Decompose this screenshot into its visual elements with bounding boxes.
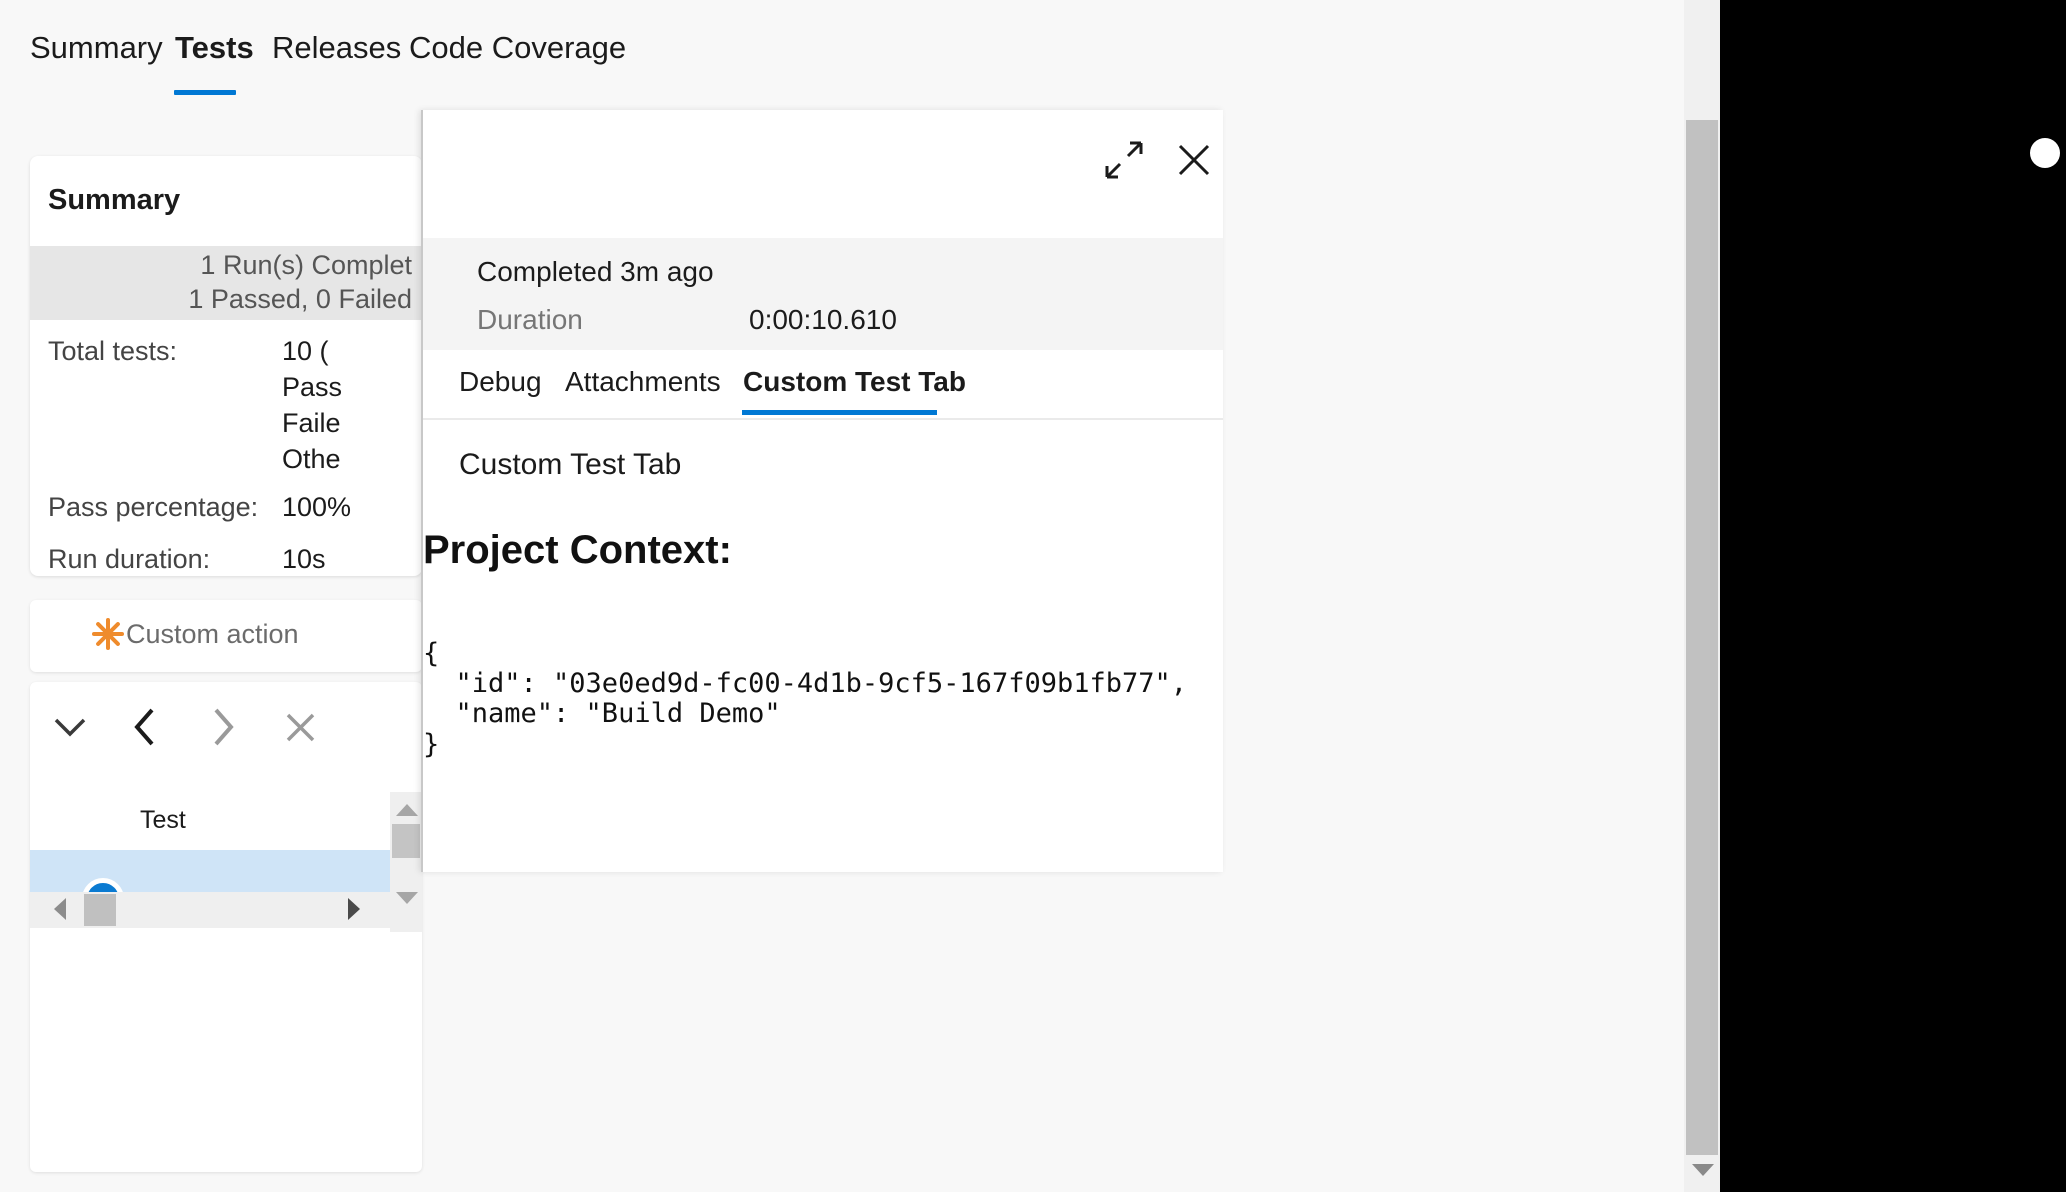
duration-value: 0:00:10.610 bbox=[749, 304, 897, 335]
grid-horizontal-scroll-thumb[interactable] bbox=[84, 894, 116, 926]
grid-column-header-test[interactable]: Test bbox=[140, 806, 186, 835]
tab-summary[interactable]: Summary bbox=[30, 30, 163, 72]
run-duration-label: Run duration: bbox=[48, 544, 211, 574]
test-detail-panel: Completed 3m ago Duration 0:00:10.610 De… bbox=[421, 110, 1223, 872]
close-icon[interactable] bbox=[270, 696, 330, 756]
summary-card: Summary 1 Run(s) Complet 1 Passed, 0 Fai… bbox=[30, 156, 422, 576]
tab-code-coverage[interactable]: Code Coverage bbox=[409, 30, 626, 72]
custom-action-label: Custom action bbox=[126, 618, 299, 649]
project-context-heading: Project Context: bbox=[423, 528, 732, 572]
page-scroll-thumb[interactable] bbox=[1686, 120, 1718, 1155]
detail-panel-body: Custom Test Tab Project Context: { "id":… bbox=[423, 420, 1223, 872]
failed-count-value: Faile bbox=[282, 408, 341, 438]
summary-card-title: Summary bbox=[48, 184, 181, 216]
expand-diagonal-icon[interactable] bbox=[1098, 134, 1150, 186]
scroll-right-arrow-icon[interactable] bbox=[348, 898, 360, 920]
passed-count-value: Pass bbox=[282, 372, 343, 402]
detail-panel-meta: Completed 3m ago Duration 0:00:10.610 bbox=[423, 238, 1223, 350]
run-duration-value: 10s bbox=[282, 544, 326, 574]
pass-percentage-value: 100% bbox=[282, 492, 352, 522]
top-tab-bar: Summary Tests Releases Code Coverage bbox=[0, 0, 1720, 110]
project-context-json: { "id": "03e0ed9d-fc00-4d1b-9cf5-167f09b… bbox=[423, 638, 1188, 760]
asterisk-icon bbox=[90, 616, 126, 652]
chevron-left-icon[interactable] bbox=[115, 696, 175, 756]
table-row[interactable] bbox=[30, 850, 390, 892]
grid-toolbar bbox=[30, 682, 422, 772]
mouse-cursor bbox=[2030, 138, 2060, 168]
completed-timestamp: Completed 3m ago bbox=[477, 256, 714, 287]
tab-debug[interactable]: Debug bbox=[459, 366, 542, 398]
passed-failed-text: 1 Passed, 0 Failed bbox=[188, 284, 412, 314]
page-scroll-down-arrow-icon[interactable] bbox=[1692, 1164, 1714, 1176]
tab-attachments[interactable]: Attachments bbox=[565, 366, 721, 398]
scroll-left-arrow-icon[interactable] bbox=[54, 898, 66, 920]
scroll-up-arrow-icon[interactable] bbox=[396, 804, 418, 816]
run-status-banner: 1 Run(s) Complet 1 Passed, 0 Failed bbox=[30, 246, 422, 320]
browser-viewport: Summary Tests Releases Code Coverage Sum… bbox=[0, 0, 1720, 1192]
detail-panel-tabs: Debug Attachments Custom Test Tab bbox=[423, 350, 1223, 420]
runs-completed-text: 1 Run(s) Complet bbox=[200, 250, 412, 280]
grid-header-row: Test bbox=[30, 792, 422, 850]
total-tests-label: Total tests: bbox=[48, 336, 178, 366]
close-icon[interactable] bbox=[1168, 134, 1220, 186]
grid-vertical-scroll-thumb[interactable] bbox=[392, 824, 420, 858]
total-tests-value: 10 ( bbox=[282, 336, 329, 366]
scroll-down-arrow-icon[interactable] bbox=[396, 892, 418, 904]
duration-label: Duration bbox=[477, 304, 583, 335]
chevron-down-icon[interactable] bbox=[40, 696, 100, 756]
custom-tab-subtitle: Custom Test Tab bbox=[459, 448, 682, 481]
detail-panel-header bbox=[423, 110, 1223, 238]
chevron-right-icon[interactable] bbox=[192, 696, 252, 756]
tab-tests-underline bbox=[174, 90, 236, 95]
tab-tests[interactable]: Tests bbox=[175, 30, 254, 72]
tab-releases[interactable]: Releases bbox=[272, 30, 401, 72]
custom-action-card[interactable]: Custom action bbox=[30, 600, 422, 672]
pass-percentage-label: Pass percentage: bbox=[48, 492, 259, 522]
other-count-value: Othe bbox=[282, 444, 341, 474]
test-results-grid-panel: Test bbox=[30, 682, 422, 1172]
tab-custom-test-tab-underline bbox=[742, 410, 937, 415]
tab-custom-test-tab[interactable]: Custom Test Tab bbox=[743, 366, 966, 398]
